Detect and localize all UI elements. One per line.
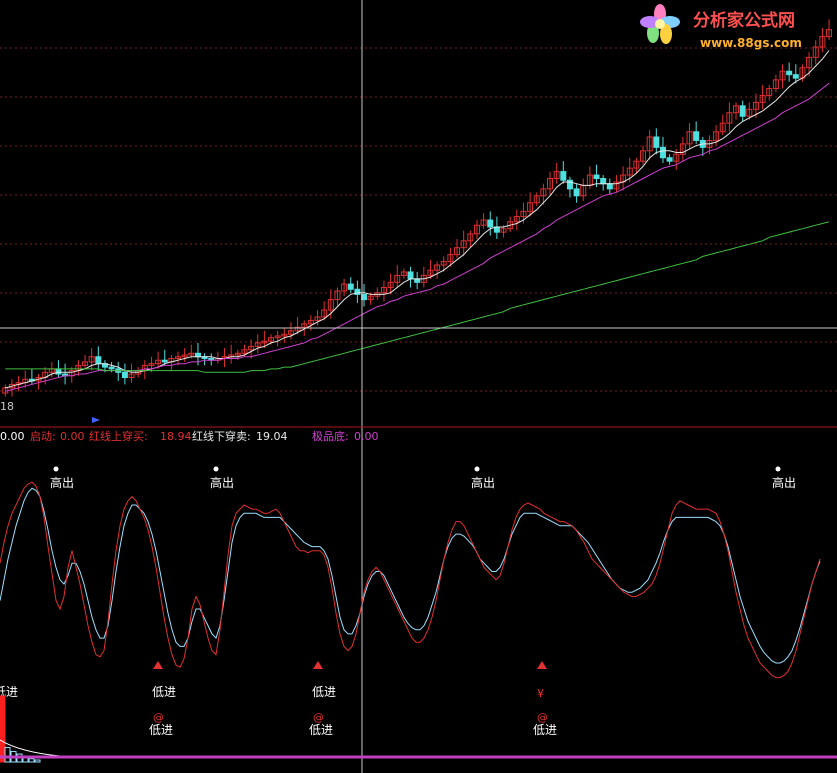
status-bottom-label: 极品底: [312, 429, 349, 443]
high-signal-dot-0 [53, 466, 59, 472]
yen-signal-symbol: ¥ [537, 687, 544, 700]
candle-body-118 [786, 70, 793, 76]
site-name: 分析家公式网 [693, 10, 795, 31]
candle-body-18 [121, 371, 128, 379]
high-signal-label-1: 高出 [210, 475, 234, 490]
candle-body-86 [573, 188, 580, 197]
high-signal-dot-2 [474, 466, 480, 472]
candle-body-61 [407, 271, 414, 280]
price-corner-label: 18 [0, 400, 14, 413]
high-signal-dot-1 [213, 466, 219, 472]
bottom-bar-0 [0, 695, 6, 763]
high-signal-dot-3 [775, 466, 781, 472]
at-signal-label-1: 低进 [309, 723, 333, 737]
candle-body-98 [653, 136, 660, 148]
site-url: www.88gs.com [700, 36, 802, 50]
candle-body-53 [354, 288, 361, 295]
status-cross-up-value: 18.94 [160, 430, 192, 443]
chart-canvas[interactable]: 18 0.00 启动: 0.00 红线上穿买: 18.94 红线下穿卖: 19.… [0, 0, 837, 773]
high-signal-label-3: 高出 [772, 475, 796, 490]
candle-body-104 [693, 131, 700, 141]
status-start-label: 启动: [30, 430, 56, 443]
low-signal-label-2: 低进 [312, 685, 336, 699]
high-signal-label-2: 高出 [471, 475, 495, 490]
status-cross-up-label: 红线上穿买: [89, 429, 148, 443]
candle-body-16 [108, 366, 115, 370]
low-signal-label-1: 低进 [152, 685, 176, 699]
status-cross-down-label: 红线下穿卖: [192, 429, 251, 443]
candle-body-90 [600, 178, 607, 185]
status-lead-value: 0.00 [0, 430, 25, 443]
status-cross-down-value: 19.04 [256, 430, 288, 443]
candle-body-91 [606, 183, 613, 190]
candle-body-52 [347, 283, 354, 290]
at-signal-label-0: 低进 [149, 723, 173, 737]
candle-body-111 [739, 105, 746, 117]
site-watermark: 分析家公式网 www.88gs.com [640, 4, 802, 50]
high-signal-label-0: 高出 [50, 475, 74, 490]
candle-body-89 [593, 174, 600, 180]
candle-body-100 [666, 157, 673, 162]
candle-body-73 [487, 219, 494, 228]
candle-body-24 [161, 359, 168, 363]
candle-body-99 [659, 146, 666, 159]
status-start-value: 0.00 [60, 430, 85, 443]
candle-body-119 [792, 74, 799, 79]
at-signal-label-2: 低进 [533, 723, 557, 737]
status-bottom-value: 0.00 [354, 430, 379, 443]
candle-body-14 [95, 356, 102, 365]
chart-background [0, 0, 837, 773]
candle-body-84 [560, 171, 567, 181]
